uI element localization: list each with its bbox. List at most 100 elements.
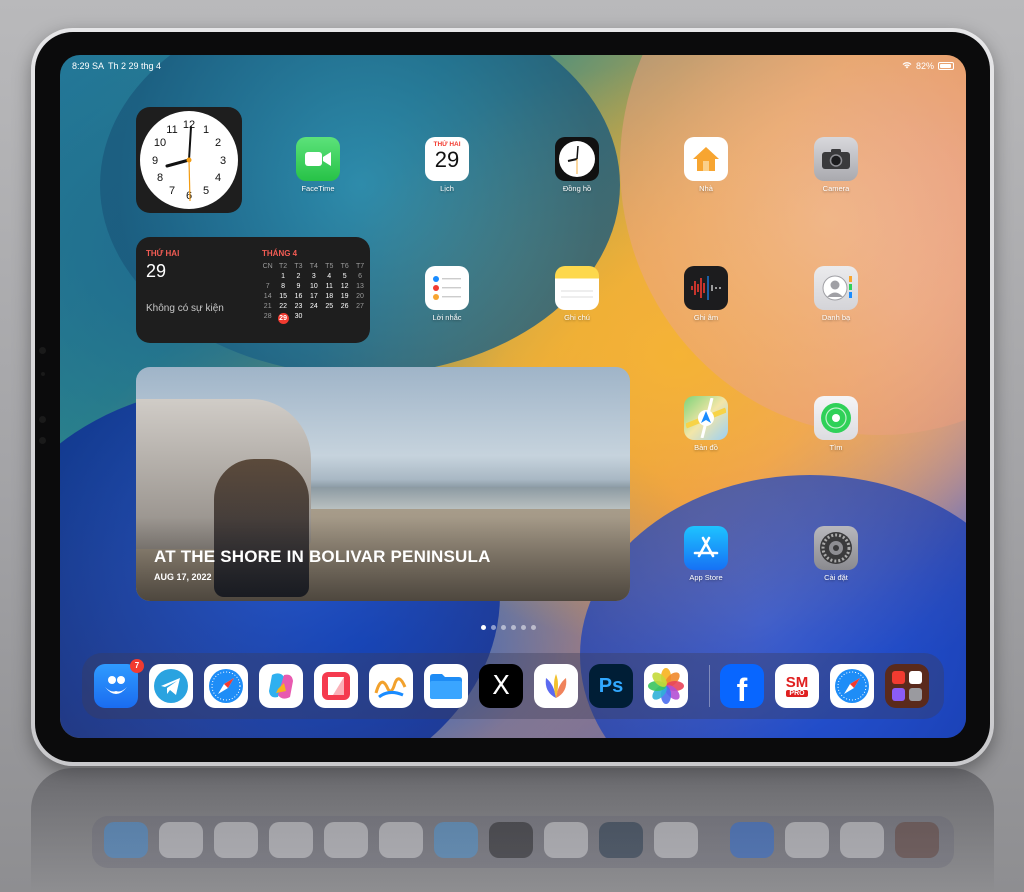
gear-icon [814, 526, 858, 570]
reflection-icon [730, 822, 774, 858]
calendar-day-cell: 8 [281, 283, 286, 290]
calendar-day-cell: 5 [342, 273, 347, 280]
dock-photos[interactable] [644, 664, 688, 708]
calendar-widget[interactable]: THỨ HAI 29 Không có sự kiện THÁNG 4 CN T2… [136, 237, 370, 343]
app-label: Tìm [829, 443, 843, 452]
side-camera-dot [39, 347, 46, 354]
reflection-icon [269, 822, 313, 858]
page-dot[interactable] [481, 625, 486, 630]
app-label: Bản đồ [694, 443, 718, 452]
calendar-day-cell: 10 [309, 283, 318, 290]
svg-text:11: 11 [166, 124, 177, 136]
status-bar: 8:29 SA Th 2 29 thg 4 82% [60, 55, 966, 77]
reflection-icon [104, 822, 148, 858]
app-label: App Store [689, 573, 723, 582]
compass-icon [209, 669, 243, 703]
page-dot[interactable] [491, 625, 496, 630]
app-voice-memos[interactable]: Ghi âm [670, 266, 742, 322]
calendar-weekday-header: T3 [294, 263, 303, 270]
dock-files[interactable] [424, 664, 468, 708]
dock-freeform[interactable] [369, 664, 413, 708]
app-home[interactable]: Nhà [670, 137, 742, 193]
svg-text:2: 2 [215, 137, 221, 149]
reflection-icon [489, 822, 533, 858]
svg-text:4: 4 [215, 172, 221, 184]
page-dot[interactable] [511, 625, 516, 630]
reflection-icon [379, 822, 423, 858]
svg-text:5: 5 [203, 185, 209, 197]
calendar-day-number: 29 [146, 261, 167, 281]
app-find-my[interactable]: Tìm [800, 396, 872, 452]
status-date: Th 2 29 thg 4 [108, 61, 162, 71]
app-notes[interactable]: Ghi chú [541, 266, 613, 322]
calendar-no-events: Không có sự kiện [146, 303, 224, 314]
calendar-weekday-header: T5 [325, 263, 334, 270]
photo-widget-date: AUG 17, 2022 [154, 572, 212, 582]
app-reminders[interactable]: Lời nhắc [411, 266, 483, 322]
calendar-day-cell: 2 [296, 273, 301, 280]
photos-memory-widget[interactable]: AT THE SHORE IN BOLIVAR PENINSULA AUG 17… [136, 367, 630, 601]
photo-widget-title: AT THE SHORE IN BOLIVAR PENINSULA [154, 547, 491, 566]
calendar-day-cell: 25 [325, 303, 334, 310]
calendar-day-cell: 21 [263, 303, 272, 310]
calendar-day-cell: 22 [279, 303, 287, 310]
dock-photoshop[interactable]: Ps [589, 664, 633, 708]
reflection-icon [840, 822, 884, 858]
dock-sm-pro[interactable]: SM PRO [775, 664, 819, 708]
status-right: 82% [902, 61, 954, 71]
calendar-day-cell: 15 [279, 293, 287, 300]
app-calendar[interactable]: THỨ HAI 29 Lịch [411, 137, 483, 193]
flower-logo-icon [545, 674, 567, 698]
reminders-icon [425, 266, 469, 310]
calendar-day-cell: 3 [311, 273, 316, 280]
reflection-icon [785, 822, 829, 858]
reflection-icon [599, 822, 643, 858]
app-label: Lịch [440, 184, 454, 193]
dock-frame-app[interactable] [534, 664, 578, 708]
folder-icon [430, 674, 462, 699]
dock: 7 X Ps f SM PRO [82, 653, 944, 719]
dock-safari-2[interactable] [830, 664, 874, 708]
app-maps[interactable]: Bản đồ [670, 396, 742, 452]
calendar-day-cell [337, 313, 352, 324]
smpro-icon-bottom: PRO [786, 690, 808, 697]
notes-icon [555, 266, 599, 310]
dock-facebook[interactable]: f [720, 664, 764, 708]
wallpaper-wave [620, 55, 966, 435]
calendar-icon: THỨ HAI 29 [425, 137, 469, 181]
notification-badge: 7 [130, 659, 144, 673]
ipad-reflection [31, 768, 994, 892]
dock-copilot[interactable] [259, 664, 303, 708]
calendar-day-cell: 16 [294, 293, 303, 300]
page-dot[interactable] [501, 625, 506, 630]
calendar-day-cell: 26 [340, 303, 349, 310]
facetime-icon [296, 137, 340, 181]
reflection-icon [895, 822, 939, 858]
dock-safari[interactable] [204, 664, 248, 708]
app-clock[interactable]: Đồng hồ [541, 137, 613, 193]
dock-x[interactable]: X [479, 664, 523, 708]
dock-news[interactable] [314, 664, 358, 708]
dock-app-folder[interactable] [885, 664, 929, 708]
calendar-day-cell: 7 [265, 283, 270, 290]
app-settings[interactable]: Cài đặt [800, 526, 872, 582]
page-dot[interactable] [531, 625, 536, 630]
page-indicator[interactable] [481, 625, 536, 630]
heart-people-icon [105, 676, 127, 694]
battery-icon [938, 62, 954, 70]
app-label: Ghi chú [564, 313, 590, 322]
app-contacts[interactable]: Danh bạ [800, 266, 872, 322]
app-label: Danh bạ [821, 313, 851, 322]
calendar-day-cell: 12 [340, 283, 349, 290]
app-facetime[interactable]: FaceTime [282, 137, 354, 193]
app-camera[interactable]: Camera [800, 137, 872, 193]
app-app-store[interactable]: App Store [670, 526, 742, 582]
dock-telegram[interactable] [149, 664, 193, 708]
status-time: 8:29 SA [72, 61, 105, 71]
page-dot[interactable] [521, 625, 526, 630]
reflection-icon [544, 822, 588, 858]
calendar-day-cell: 6 [358, 273, 362, 280]
waveform-icon [684, 266, 728, 310]
clock-widget[interactable]: 12 1 2 3 4567 8 9 10 11 [136, 107, 242, 213]
calendar-day-cell: 14 [263, 293, 272, 300]
